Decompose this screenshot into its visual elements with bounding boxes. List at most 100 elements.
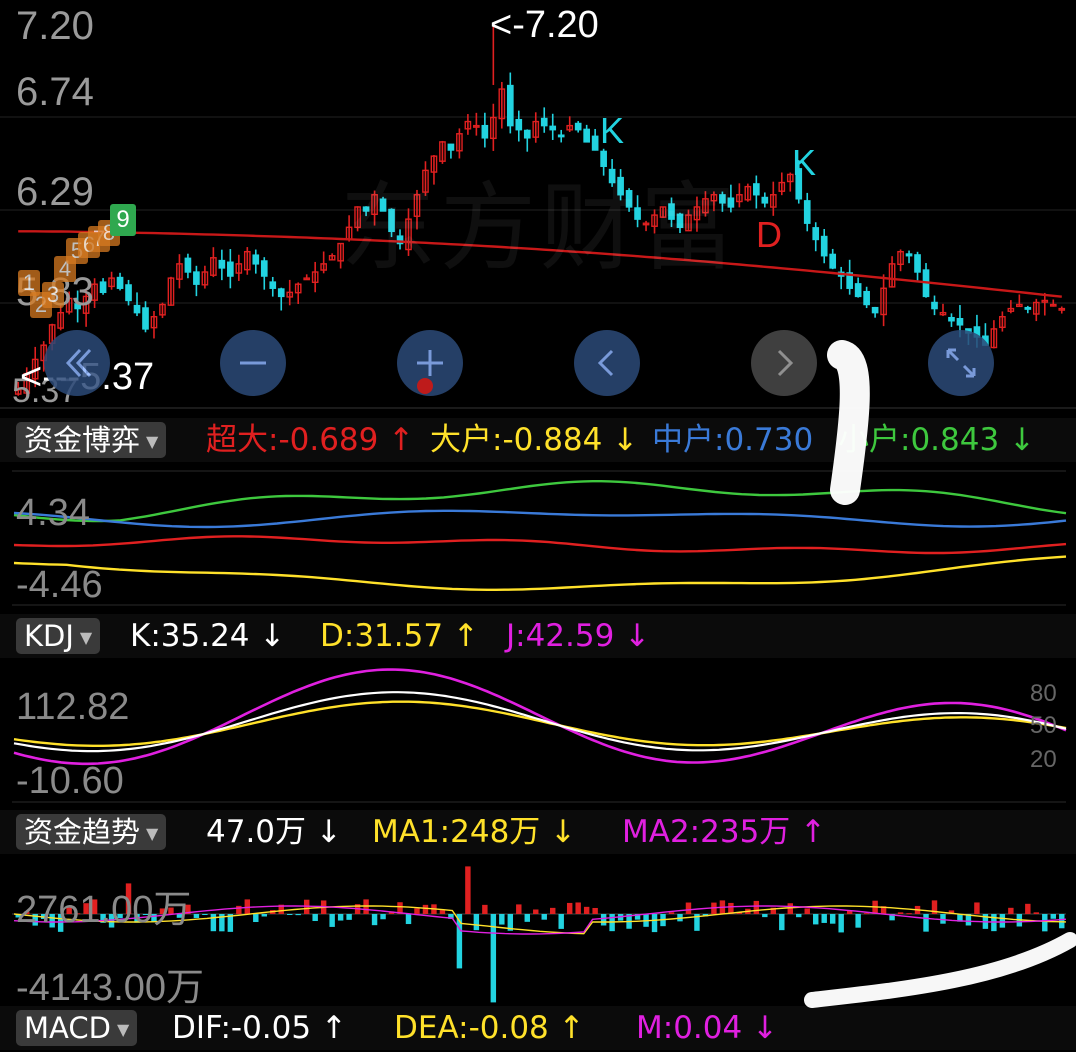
trend-bar	[863, 913, 870, 915]
funds-game-ymin: -4.46	[16, 564, 103, 606]
candle	[116, 276, 124, 289]
candle	[99, 281, 107, 294]
candle	[540, 117, 548, 127]
medium-indicator: 中户:0.730	[652, 422, 814, 458]
trend-bar	[897, 912, 904, 914]
trend-bar	[337, 914, 344, 921]
trend-bar	[329, 914, 335, 927]
trend-bar	[1025, 903, 1031, 914]
trend-bar	[558, 914, 564, 929]
kdj-level-80: 80	[1030, 680, 1057, 707]
trend-bar	[1050, 914, 1056, 919]
fund-trend-selector[interactable]: 资金趋势 ▼	[16, 814, 167, 850]
candle	[227, 261, 234, 277]
trend-bar	[499, 914, 505, 925]
funds-game-ymax: 4.34	[16, 492, 90, 534]
candle	[133, 304, 141, 314]
trend-bar	[829, 914, 836, 924]
dropdown-arrow-icon: ▼	[79, 628, 93, 647]
kdj-chart	[12, 668, 1067, 803]
expand-icon	[946, 348, 976, 378]
trend-bar	[550, 907, 556, 914]
trend-bar	[762, 914, 768, 918]
candle	[761, 196, 769, 204]
trend-bar	[473, 914, 480, 931]
trend-bar	[312, 914, 318, 922]
trend-bar	[380, 914, 386, 920]
candle	[193, 271, 200, 285]
candle	[184, 257, 192, 273]
large-indicator: 大户:-0.884 ↓	[430, 422, 639, 458]
watermark: 东方财富	[340, 172, 740, 284]
trend-bar	[524, 914, 530, 922]
trend-bar	[787, 903, 793, 914]
candle	[812, 227, 820, 241]
kdj-selector[interactable]: KDJ ▼	[16, 618, 101, 654]
high-marker: <-7.20	[490, 4, 599, 46]
trend-bar	[838, 914, 844, 933]
candle	[905, 253, 913, 257]
scroll-start-button[interactable]	[44, 330, 110, 396]
next-icon	[777, 349, 794, 377]
dropdown-arrow-icon: ▼	[146, 824, 159, 843]
next-button[interactable]	[751, 330, 817, 396]
kdj-ymax: 112.82	[16, 686, 130, 728]
dropdown-arrow-icon: ▼	[116, 1020, 130, 1039]
trend-bar	[295, 914, 301, 916]
trend-bar	[821, 914, 827, 923]
expand-button[interactable]	[928, 330, 994, 396]
fund-trend-header: 资金趋势 ▼ 47.0万 ↓ MA1:248万 ↓ MA2:235万 ↑	[0, 810, 1076, 854]
trend-bar	[210, 914, 217, 932]
candle	[574, 122, 582, 131]
trend-bar	[592, 907, 598, 914]
candle	[803, 200, 811, 224]
zoom-in-button[interactable]	[397, 330, 463, 396]
candle	[260, 260, 268, 277]
candle	[854, 283, 862, 298]
prev-icon	[597, 349, 614, 377]
candle	[820, 235, 828, 257]
trend-bar	[456, 914, 463, 969]
trend-ymax: 2761.00万	[16, 889, 192, 931]
candle	[481, 124, 489, 139]
trend-bar	[465, 866, 471, 914]
trend-bar	[753, 900, 760, 914]
macd-selector[interactable]: MACD ▼	[16, 1010, 138, 1046]
trend-bar	[439, 910, 446, 914]
candle	[557, 134, 565, 138]
zoom-out-button[interactable]	[220, 330, 286, 396]
k-mark-1: K	[600, 110, 625, 151]
candle	[914, 254, 921, 273]
small-indicator: 小户:0.843 ↓	[838, 422, 1036, 458]
trend-bar	[685, 902, 692, 914]
trend-bar	[923, 914, 929, 932]
trend-bar	[253, 914, 259, 923]
prev-button[interactable]	[574, 330, 640, 396]
trend-bar	[668, 912, 675, 914]
funds-game-header: 资金博弈 ▼ 超大:-0.689 ↑ 大户:-0.884 ↓ 中户:0.730 小…	[0, 418, 1076, 462]
trend-bar	[236, 905, 242, 914]
trend-bar	[575, 902, 581, 914]
kdj-j-value: J:42.59 ↓	[506, 618, 651, 654]
trend-bar	[583, 906, 590, 914]
d-mark: D	[756, 214, 782, 255]
kdj-k-value: K:35.24 ↓	[130, 618, 286, 654]
funds-game-chart	[12, 470, 1067, 606]
funds-game-selector[interactable]: 资金博弈 ▼	[16, 422, 167, 458]
candle	[583, 128, 590, 143]
super-large-indicator: 超大:-0.689 ↑	[206, 422, 415, 458]
candle	[956, 318, 964, 326]
trend-bar	[566, 902, 573, 914]
trend-ymin: -4143.00万	[16, 967, 205, 1009]
candle	[871, 306, 879, 314]
candle	[506, 84, 514, 127]
candle	[1024, 306, 1032, 310]
trend-bar	[600, 914, 607, 926]
trend-bar	[482, 904, 488, 914]
candle	[142, 307, 149, 330]
candle	[218, 259, 226, 269]
candle	[515, 118, 523, 131]
dropdown-arrow-icon: ▼	[146, 432, 159, 451]
zoom-in-icon	[417, 350, 443, 394]
trend-bar	[779, 914, 785, 931]
